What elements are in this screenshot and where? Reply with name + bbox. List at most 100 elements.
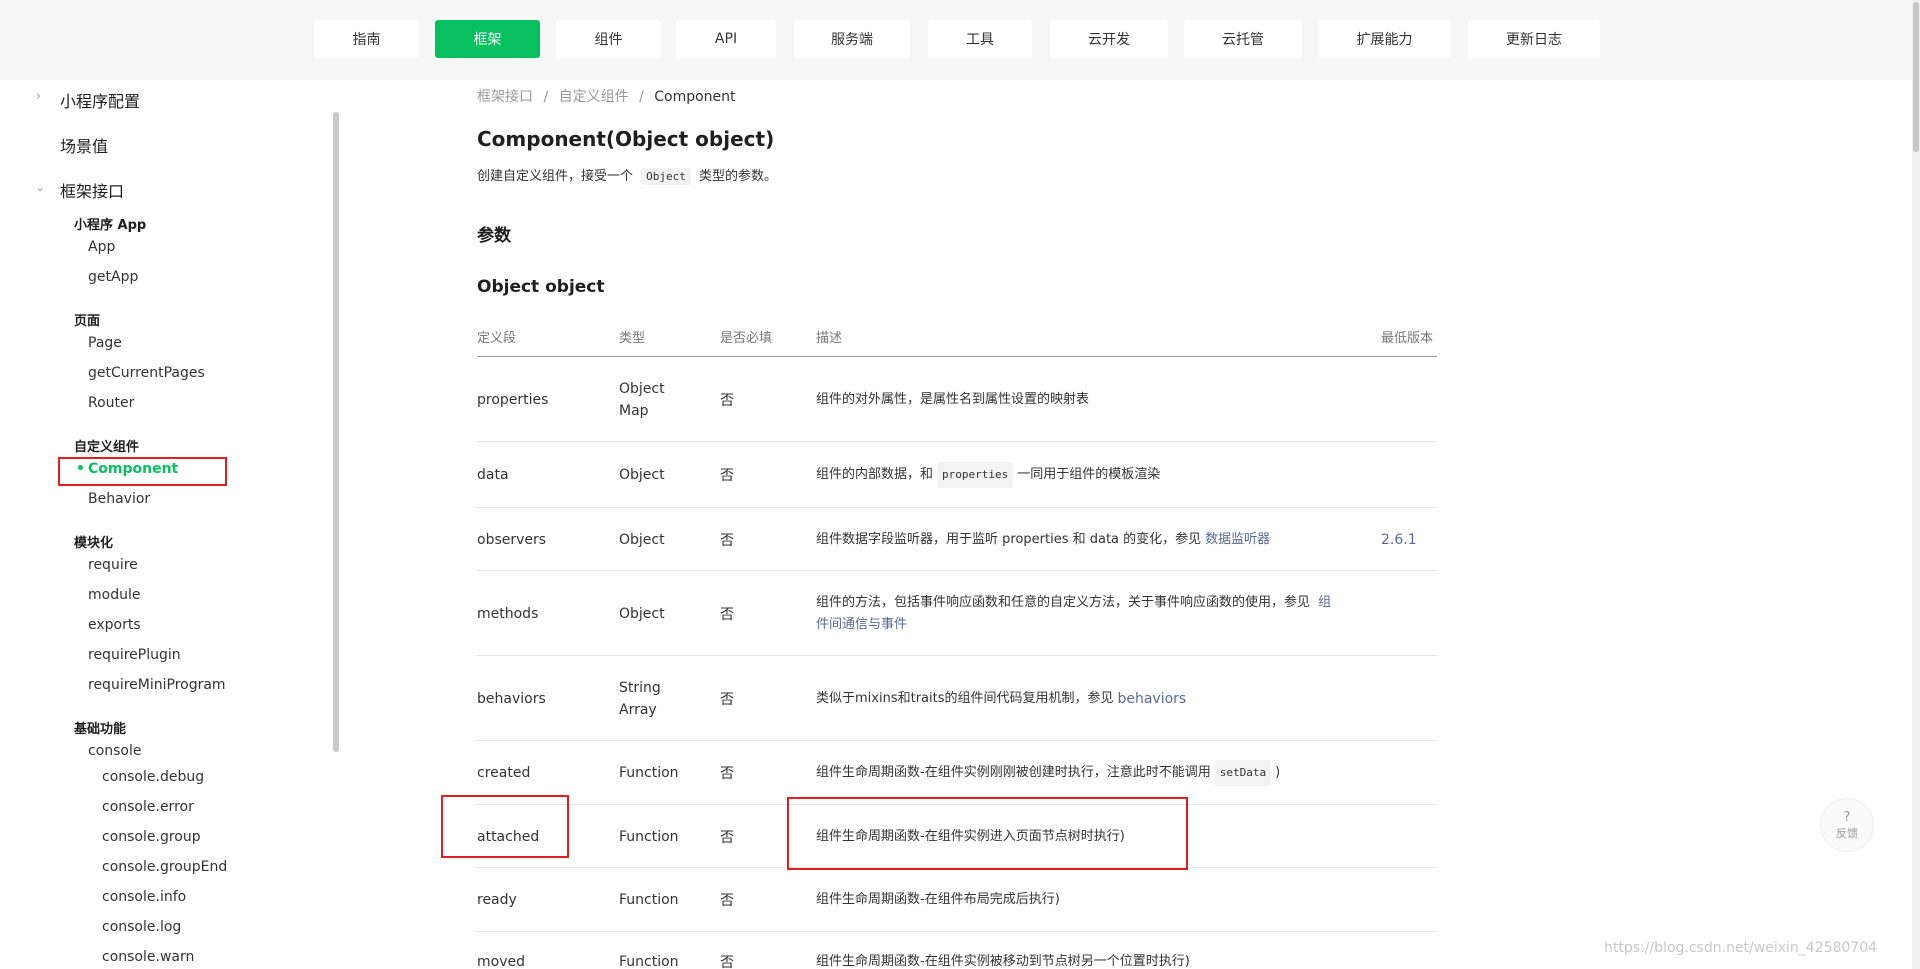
- table-header-required: 是否必填: [720, 331, 773, 346]
- chevron-right-icon[interactable]: ›: [36, 89, 41, 103]
- cell-type: Function: [619, 765, 679, 781]
- link-data-observers[interactable]: 数据监听器: [1205, 529, 1270, 551]
- sidebar-item-scene[interactable]: 场景值: [60, 133, 108, 157]
- cell-required: 否: [720, 468, 734, 484]
- nav-tab-cloud-hosting[interactable]: 云托管: [1184, 20, 1302, 58]
- nav-tab-server[interactable]: 服务端: [794, 20, 910, 58]
- cell-description: 组件生命周期函数-在组件布局完成后执行): [816, 892, 1060, 907]
- cell-min-version[interactable]: 2.6.1: [1381, 508, 1417, 571]
- sidebar-item-framework-api[interactable]: 框架接口: [60, 178, 124, 202]
- chevron-down-icon[interactable]: ⌄: [35, 180, 45, 194]
- cell-required: 否: [720, 893, 734, 909]
- cell-description: 组件生命周期函数-在组件实例被移动到节点树另一个位置时执行): [816, 954, 1190, 969]
- sidebar-item-console[interactable]: console: [88, 743, 142, 759]
- highlight-box-component: [58, 457, 227, 486]
- cell-field: behaviors: [477, 690, 546, 707]
- sidebar-item-console-groupend[interactable]: console.groupEnd: [102, 859, 227, 875]
- cell-description: 组件的对外属性，是属性名到属性设置的映射表: [816, 391, 1090, 407]
- sidebar-item-mp-config[interactable]: 小程序配置: [60, 88, 140, 112]
- table-header-min-version: 最低版本: [1381, 331, 1434, 346]
- page-title: Component(Object object): [477, 127, 775, 151]
- nav-tab-cloud-dev[interactable]: 云开发: [1050, 20, 1168, 58]
- page-scrollbar[interactable]: [1912, 0, 1920, 969]
- desc-text: 类似于mixins和traits的组件间代码复用机制，参见: [816, 690, 1114, 706]
- highlight-box-attached-desc: [787, 797, 1188, 870]
- feedback-button[interactable]: ? 反馈: [1820, 798, 1874, 852]
- desc-paragraph: 组件的方法，包括事件响应函数和任意的自定义方法，关于事件响应函数的使用，参见 组…: [816, 592, 1341, 636]
- sidebar-item-exports[interactable]: exports: [88, 617, 141, 633]
- cell-type: Function: [619, 954, 679, 969]
- cell-description: 类似于mixins和traits的组件间代码复用机制，参见 behaviors: [816, 656, 1186, 741]
- cell-type: Object Map: [619, 380, 665, 419]
- sidebar-item-getapp[interactable]: getApp: [88, 269, 138, 285]
- sidebar-item-module[interactable]: module: [88, 587, 140, 603]
- sidebar-item-behavior[interactable]: Behavior: [88, 491, 150, 507]
- sidebar-item-console-info[interactable]: console.info: [102, 889, 186, 905]
- nav-tab-framework[interactable]: 框架: [435, 20, 540, 58]
- nav-tab-guide[interactable]: 指南: [314, 20, 419, 58]
- nav-tab-changelog[interactable]: 更新日志: [1468, 20, 1600, 58]
- cell-field: observers: [477, 531, 547, 548]
- sidebar-item-console-debug[interactable]: console.debug: [102, 769, 204, 785]
- sidebar-item-console-log[interactable]: console.log: [102, 919, 181, 935]
- highlight-box-attached: [441, 795, 569, 858]
- desc-text: 组件生命周期函数-在组件实例刚刚被创建时执行，注意此时不能调用: [816, 765, 1211, 780]
- breadcrumb-item[interactable]: 框架接口: [477, 89, 533, 105]
- watermark: https://blog.csdn.net/weixin_42580704: [1604, 940, 1878, 956]
- cell-type: String Array: [619, 679, 661, 718]
- cell-field: methods: [477, 605, 539, 622]
- sidebar-item-requireminiprogram[interactable]: requireMiniProgram: [88, 677, 226, 693]
- cell-description: 组件的内部数据，和 properties 一同用于组件的模板渲染: [816, 442, 1160, 508]
- page-scrollbar-thumb[interactable]: [1913, 2, 1919, 152]
- section-heading-object: Object object: [477, 277, 605, 297]
- sidebar-item-requireplugin[interactable]: requirePlugin: [88, 647, 181, 663]
- cell-description: 组件数据字段监听器，用于监听 properties 和 data 的变化，参见 …: [816, 508, 1270, 571]
- cell-required: 否: [720, 532, 734, 549]
- desc-text: 组件的内部数据，和: [816, 467, 934, 482]
- question-icon: ?: [1843, 809, 1851, 825]
- sidebar-item-router[interactable]: Router: [88, 395, 134, 411]
- breadcrumb-sep: /: [639, 89, 644, 105]
- sidebar-group-custom-component: 自定义组件: [74, 440, 140, 455]
- nav-tab-api[interactable]: API: [676, 20, 776, 58]
- table-header-field: 定义段: [477, 331, 517, 346]
- inline-code: Object: [641, 168, 691, 185]
- cell-description: 组件的方法，包括事件响应函数和任意的自定义方法，关于事件响应函数的使用，参见 组…: [816, 571, 1341, 656]
- sidebar-scrollbar[interactable]: [333, 112, 339, 752]
- nav-tab-extensions[interactable]: 扩展能力: [1318, 20, 1451, 58]
- cell-type: Object: [619, 605, 665, 622]
- sidebar-item-console-warn[interactable]: console.warn: [102, 949, 194, 965]
- desc-text: 创建自定义组件，接受一个: [477, 169, 634, 184]
- sidebar-item-console-group[interactable]: console.group: [102, 829, 201, 845]
- desc-text: 类型的参数。: [699, 169, 778, 184]
- sidebar-item-require[interactable]: require: [88, 557, 138, 573]
- sidebar-group-module: 模块化: [74, 536, 114, 551]
- cell-description: 组件生命周期函数-在组件实例刚刚被创建时执行，注意此时不能调用 setData …: [816, 741, 1280, 805]
- cell-required: 否: [720, 955, 734, 969]
- breadcrumb-item[interactable]: 自定义组件: [559, 89, 629, 105]
- cell-required: 否: [720, 766, 734, 782]
- table-header-description: 描述: [816, 331, 843, 346]
- sidebar-item-console-error[interactable]: console.error: [102, 799, 194, 815]
- sidebar-group-basic: 基础功能: [74, 722, 127, 737]
- cell-field: ready: [477, 892, 517, 908]
- sidebar-item-page[interactable]: Page: [88, 335, 122, 351]
- inline-code: setData: [1214, 760, 1272, 786]
- link-behaviors[interactable]: behaviors: [1117, 688, 1186, 710]
- cell-field: properties: [477, 391, 549, 408]
- breadcrumb: 框架接口 / 自定义组件 / Component: [477, 86, 736, 106]
- cell-type: Object: [619, 531, 665, 548]
- desc-text: 一同用于组件的模板渲染: [1017, 467, 1161, 482]
- feedback-label: 反馈: [1836, 826, 1858, 840]
- desc-text: 组件数据字段监听器，用于监听 properties 和 data 的变化，参见: [816, 531, 1202, 547]
- nav-tab-components[interactable]: 组件: [556, 20, 661, 58]
- page-description: 创建自定义组件，接受一个 Object 类型的参数。: [477, 165, 778, 185]
- cell-type: Function: [619, 892, 679, 908]
- sidebar-item-app[interactable]: App: [88, 239, 115, 255]
- cell-required: 否: [720, 606, 734, 623]
- cell-required: 否: [720, 691, 734, 708]
- section-heading-params: 参数: [477, 226, 511, 246]
- nav-tab-tools[interactable]: 工具: [928, 20, 1032, 58]
- breadcrumb-sep: /: [543, 89, 549, 105]
- sidebar-item-getcurrentpages[interactable]: getCurrentPages: [88, 365, 205, 381]
